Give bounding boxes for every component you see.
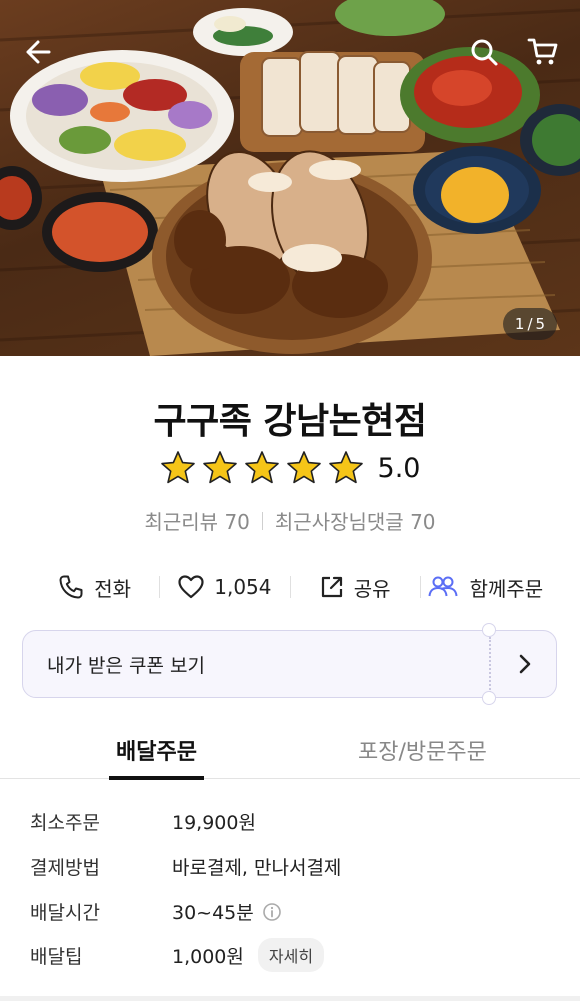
star-icon — [286, 451, 321, 484]
back-arrow-icon — [26, 40, 51, 64]
payment-row: 결제방법 바로결제, 만나서결제 — [30, 853, 341, 880]
delivery-time-label: 배달시간 — [30, 902, 100, 924]
delivery-tip-row: 배달팁 1,000원 자세히 — [30, 938, 325, 972]
group-icon — [428, 576, 458, 597]
tab-pickup[interactable]: 포장/방문주문 — [358, 734, 487, 766]
star-icon — [160, 451, 195, 484]
star-icon — [328, 451, 363, 484]
cart-icon — [527, 38, 558, 65]
share-icon — [321, 576, 342, 598]
star-icon — [202, 451, 237, 484]
delivery-tip-label: 배달팁 — [30, 945, 83, 968]
image-counter-total: 5 — [535, 315, 546, 333]
owner-replies-link[interactable]: 최근사장님댓글 70 — [275, 506, 436, 535]
tab-delivery[interactable]: 배달주문 — [109, 734, 204, 766]
search-icon — [471, 39, 498, 66]
phone-icon — [59, 575, 83, 599]
order-type-tabs: 배달주문 포장/방문주문 — [0, 718, 580, 780]
like-count: 1,054 — [214, 575, 272, 599]
delivery-tip-detail-button[interactable]: 자세히 — [257, 938, 325, 972]
active-tab-indicator — [109, 776, 204, 780]
delivery-time-value: 30~45분 — [172, 902, 254, 924]
min-order-value: 19,900원 — [172, 812, 256, 834]
coupon-banner[interactable]: 내가 받은 쿠폰 보기 — [22, 623, 557, 705]
coupon-perforation — [489, 637, 491, 693]
min-order-row: 최소주문 19,900원 — [30, 808, 256, 835]
divider — [261, 511, 263, 530]
store-name: 구구족 강남논현점 — [153, 401, 428, 442]
payment-value: 바로결제, 만나서결제 — [172, 857, 342, 879]
cart-button[interactable] — [523, 32, 563, 72]
image-counter: 1 / 5 — [503, 308, 557, 340]
coupon-label: 내가 받은 쿠폰 보기 — [47, 654, 205, 677]
image-counter-current: 1 — [514, 315, 525, 333]
share-button[interactable]: 공유 — [291, 573, 420, 602]
coupon-notch-bottom — [482, 691, 496, 705]
coupon-arrow[interactable] — [513, 652, 537, 676]
min-order-label: 최소주문 — [30, 812, 100, 834]
info-icon[interactable] — [262, 902, 282, 922]
group-order-button[interactable]: 함께주문 — [421, 573, 550, 602]
group-order-label: 함께주문 — [469, 576, 544, 601]
image-counter-separator: / — [527, 315, 533, 333]
coupon-notch-top — [482, 623, 496, 637]
recent-reviews-link[interactable]: 최근리뷰 70 — [144, 506, 249, 535]
delivery-tip-value-wrap: 1,000원 자세히 — [172, 938, 325, 972]
delivery-time-value-wrap: 30~45분 — [172, 898, 282, 925]
rating-value: 5.0 — [377, 452, 421, 484]
action-bar: 전화 1,054 공유 함께주문 — [30, 565, 550, 609]
heart-icon — [178, 575, 204, 599]
star-icon — [244, 451, 279, 484]
search-button[interactable] — [464, 32, 504, 72]
review-summary[interactable]: 최근리뷰 70 최근사장님댓글 70 — [0, 506, 580, 535]
delivery-tip-value: 1,000원 — [172, 945, 244, 968]
like-button[interactable]: 1,054 — [160, 575, 289, 599]
hero-image[interactable]: 1 / 5 — [0, 0, 580, 356]
share-label: 공유 — [353, 576, 391, 601]
section-divider — [0, 996, 580, 1001]
rating-row: 5.0 — [0, 450, 580, 486]
back-button[interactable] — [18, 32, 58, 72]
delivery-time-row: 배달시간 30~45분 — [30, 898, 282, 925]
call-label: 전화 — [94, 576, 132, 601]
call-button[interactable]: 전화 — [30, 573, 159, 602]
payment-label: 결제방법 — [30, 857, 100, 879]
chevron-right-icon — [519, 654, 531, 674]
